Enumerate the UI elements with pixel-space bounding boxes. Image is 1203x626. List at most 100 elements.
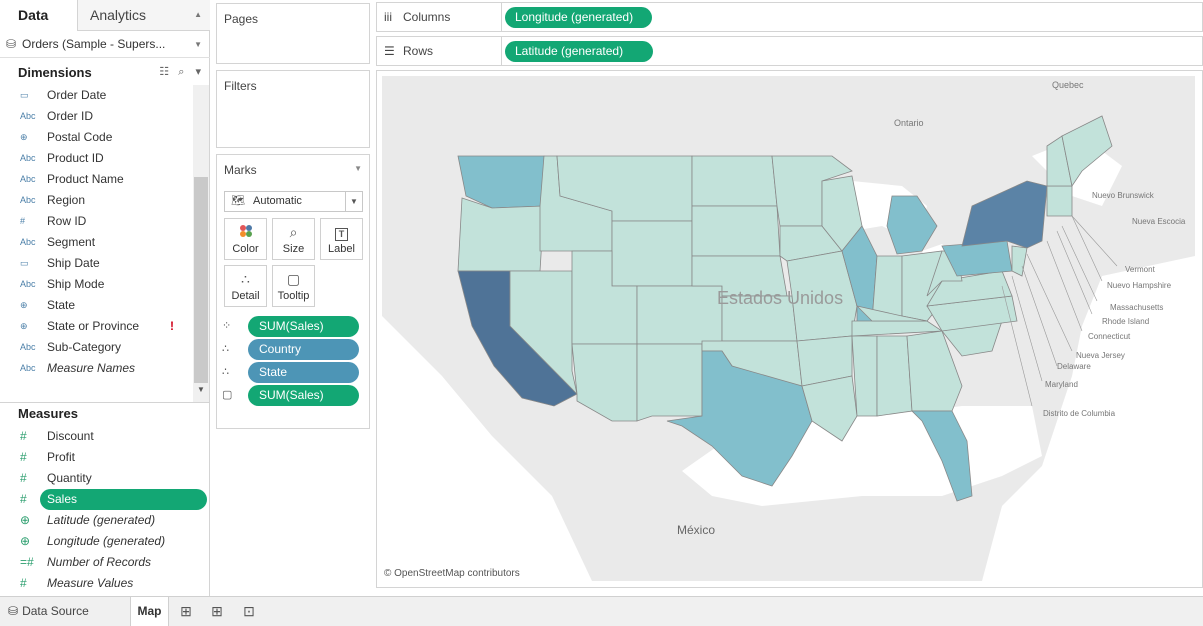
dimension-item[interactable]: Abc Measure Names: [0, 358, 195, 379]
dimension-item[interactable]: ⊕ State: [0, 295, 195, 316]
marks-menu-icon[interactable]: ▼: [354, 164, 362, 173]
columns-shelf-label: iii Columns: [377, 3, 502, 31]
bottom-bar: ⛁ Data Source Map ⊞ ⊞ ⊡: [0, 596, 1203, 626]
dimension-item[interactable]: Abc Sub-Category: [0, 337, 195, 358]
tooltip-button[interactable]: ▢ Tooltip: [272, 265, 315, 307]
measure-item[interactable]: # Discount: [0, 426, 195, 447]
detail-icon: ∴: [222, 366, 229, 378]
measure-label: Number of Records: [47, 555, 152, 569]
dimension-item[interactable]: ⊕ Postal Code: [0, 127, 195, 148]
abc-icon: Abc: [20, 174, 36, 184]
map-canvas[interactable]: Quebec Ontario Nuevo Brunswick Nueva Esc…: [382, 76, 1195, 581]
marks-title: Marks: [224, 163, 257, 177]
measure-label: Measure Values: [47, 576, 134, 590]
label-quebec: Quebec: [1052, 80, 1084, 90]
dimension-label: State: [47, 298, 76, 312]
state-north-dakota[interactable]: [691, 155, 778, 207]
measure-item[interactable]: # Quantity: [0, 468, 195, 489]
map-attribution[interactable]: © OpenStreetMap contributors: [384, 568, 520, 579]
search-icon[interactable]: ⌕: [178, 66, 184, 78]
data-source-tab[interactable]: ⛁ Data Source: [8, 597, 89, 626]
measure-item[interactable]: ⊕ Longitude (generated): [0, 531, 195, 552]
state-south-dakota[interactable]: [691, 205, 781, 257]
mark-pill[interactable]: SUM(Sales): [248, 385, 359, 406]
mark-pill[interactable]: State: [248, 362, 359, 383]
color-button[interactable]: Color: [224, 218, 267, 260]
divider: [0, 402, 210, 403]
measure-item[interactable]: # Profit: [0, 447, 195, 468]
mark-pill[interactable]: Country: [248, 339, 359, 360]
dimension-item[interactable]: ▭ Ship Date: [0, 253, 195, 274]
filters-card[interactable]: Filters: [216, 70, 370, 148]
state-new-mexico[interactable]: [636, 343, 703, 422]
state-oregon[interactable]: [457, 197, 545, 272]
tooltip-label: Tooltip: [277, 290, 310, 302]
label-button[interactable]: T Label: [320, 218, 363, 260]
state-massachusetts[interactable]: [1046, 185, 1073, 217]
number-icon: #: [20, 471, 27, 485]
pages-card[interactable]: Pages: [216, 3, 370, 64]
dimension-item[interactable]: Abc Product ID: [0, 148, 195, 169]
dimension-item[interactable]: Abc Order ID: [0, 106, 195, 127]
mark-type-select[interactable]: 🗺 Automatic ▼: [224, 191, 363, 212]
callout-maryland: Maryland: [1045, 380, 1078, 389]
state-alabama[interactable]: [876, 335, 913, 417]
dimension-item[interactable]: Abc Ship Mode: [0, 274, 195, 295]
tab-analytics-label: Analytics: [90, 7, 147, 23]
measure-item[interactable]: # Sales: [20, 489, 207, 510]
rows-shelf[interactable]: ☰ Rows Latitude (generated): [376, 36, 1203, 66]
view-list-icon[interactable]: ☷: [159, 66, 169, 78]
mark-pill-row: ▢ SUM(Sales): [222, 385, 362, 406]
measure-label: Profit: [47, 450, 76, 464]
rows-label: Rows: [403, 44, 434, 58]
map-view[interactable]: Quebec Ontario Nuevo Brunswick Nueva Esc…: [376, 70, 1203, 588]
mark-pill[interactable]: SUM(Sales): [248, 316, 359, 337]
scroll-down-icon[interactable]: ▼: [193, 385, 209, 394]
new-story-icon[interactable]: ⊡: [237, 597, 261, 626]
columns-shelf[interactable]: iii Columns Longitude (generated): [376, 2, 1203, 32]
new-worksheet-icon[interactable]: ⊞: [174, 597, 198, 626]
datasource-item[interactable]: ⛁ Orders (Sample - Supers...: [0, 30, 210, 58]
callout-new-jersey: Nueva Jersey: [1076, 351, 1125, 360]
measure-label: Discount: [47, 429, 94, 443]
data-source-label: Data Source: [22, 604, 89, 618]
number-icon: #: [20, 576, 27, 590]
text-label-icon: T: [321, 224, 362, 241]
measure-item[interactable]: ⊕ Latitude (generated): [0, 510, 195, 531]
number-icon: #: [20, 429, 27, 443]
chevron-down-icon[interactable]: ▼: [345, 192, 362, 211]
dimension-label: Measure Names: [47, 361, 136, 375]
measure-item[interactable]: =# Number of Records: [0, 552, 195, 573]
tab-analytics[interactable]: Analytics ▲ ▼: [78, 0, 210, 49]
dimension-label: Ship Mode: [47, 277, 105, 291]
dimension-item[interactable]: Abc Product Name: [0, 169, 195, 190]
dimension-item[interactable]: ⊕ State or Province!: [0, 316, 195, 337]
dimension-item[interactable]: Abc Region: [0, 190, 195, 211]
detail-label: Detail: [231, 290, 260, 302]
latitude-pill[interactable]: Latitude (generated): [505, 41, 653, 62]
dimension-item[interactable]: ▭ Order Date: [0, 85, 195, 106]
measure-item[interactable]: # Measure Values: [0, 573, 195, 594]
data-pane-tabs: Data Analytics ▲ ▼: [0, 0, 210, 49]
columns-label: Columns: [403, 10, 451, 24]
dimensions-header: Dimensions: [18, 65, 92, 80]
longitude-pill[interactable]: Longitude (generated): [505, 7, 652, 28]
mark-type-value: Automatic: [253, 195, 302, 207]
state-colorado[interactable]: [636, 285, 723, 345]
dimension-item[interactable]: # Row ID: [0, 211, 195, 232]
detail-button[interactable]: ∴ Detail: [224, 265, 267, 307]
chevron-down-icon[interactable]: ▾: [195, 66, 201, 78]
mark-pill-row: ∴ Country: [222, 339, 362, 360]
tab-data[interactable]: Data: [0, 0, 78, 31]
new-dashboard-icon[interactable]: ⊞: [205, 597, 229, 626]
dimension-item[interactable]: Abc Segment: [0, 232, 195, 253]
size-button[interactable]: ⌕ Size: [272, 218, 315, 260]
scrollbar-thumb[interactable]: [194, 177, 208, 383]
globe-icon: ⊕: [20, 132, 28, 142]
dimensions-scrollbar[interactable]: ▼: [193, 85, 209, 403]
dimension-label: Row ID: [47, 214, 87, 228]
dimension-label: Segment: [47, 235, 96, 249]
state-wyoming[interactable]: [611, 220, 693, 287]
detail-icon: ∴: [222, 343, 229, 355]
sheet-tab-map[interactable]: Map: [130, 597, 169, 626]
